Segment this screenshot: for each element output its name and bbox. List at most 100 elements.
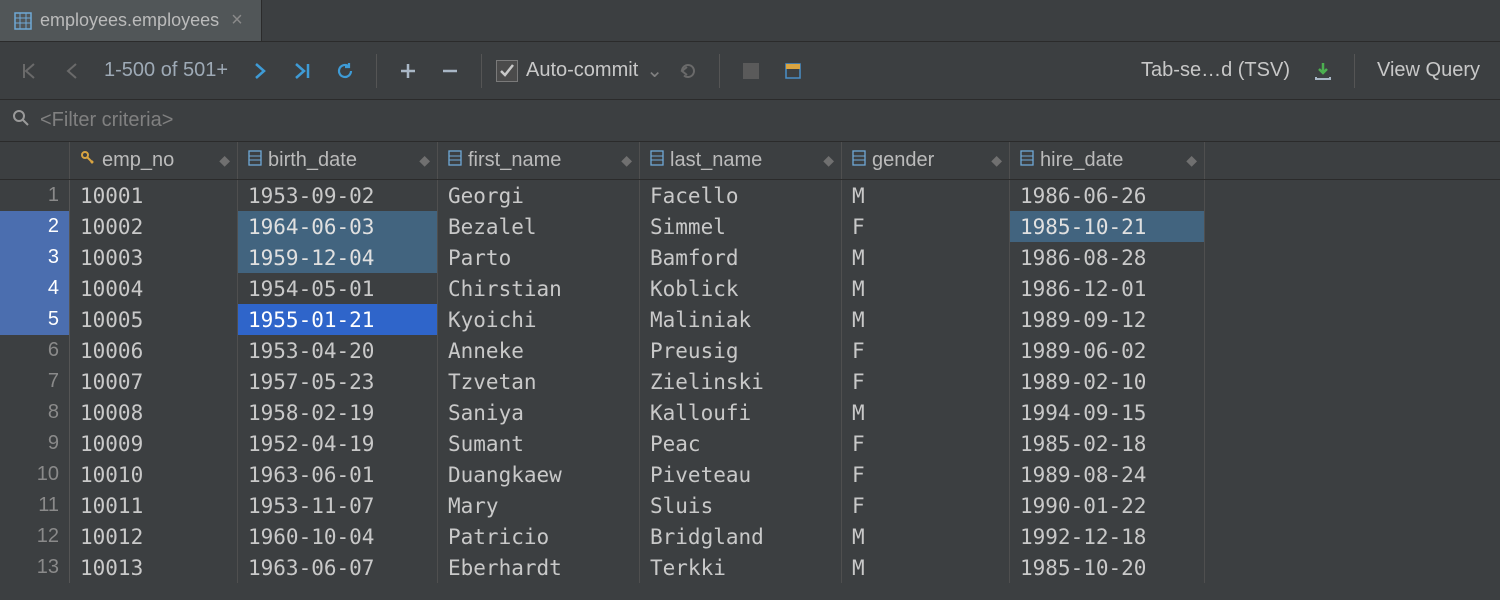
cell-first_name[interactable]: Chirstian	[438, 273, 640, 304]
refresh-button[interactable]	[328, 54, 362, 88]
rollback-button[interactable]	[671, 54, 705, 88]
view-query-button[interactable]: View Query	[1369, 59, 1488, 82]
sort-icon[interactable]: ◆	[823, 152, 831, 169]
table-row[interactable]: 12100121960-10-04PatricioBridglandM1992-…	[0, 521, 1500, 552]
row-number[interactable]: 11	[0, 490, 70, 521]
first-page-button[interactable]	[12, 54, 46, 88]
cell-gender[interactable]: F	[842, 211, 1010, 242]
cell-gender[interactable]: M	[842, 521, 1010, 552]
row-number[interactable]: 7	[0, 366, 70, 397]
cell-gender[interactable]: F	[842, 335, 1010, 366]
table-row[interactable]: 11100111953-11-07MarySluisF1990-01-22	[0, 490, 1500, 521]
cell-hire_date[interactable]: 1994-09-15	[1010, 397, 1205, 428]
cell-gender[interactable]: F	[842, 366, 1010, 397]
table-row[interactable]: 2100021964-06-03BezalelSimmelF1985-10-21	[0, 211, 1500, 242]
prev-page-button[interactable]	[54, 54, 88, 88]
cell-birth_date[interactable]: 1952-04-19	[238, 428, 438, 459]
cell-gender[interactable]: F	[842, 459, 1010, 490]
column-header-hire_date[interactable]: hire_date◆	[1010, 142, 1205, 179]
cell-birth_date[interactable]: 1964-06-03	[238, 211, 438, 242]
cell-birth_date[interactable]: 1954-05-01	[238, 273, 438, 304]
sort-icon[interactable]: ◆	[991, 152, 999, 169]
row-number[interactable]: 6	[0, 335, 70, 366]
cell-birth_date[interactable]: 1959-12-04	[238, 242, 438, 273]
cell-last_name[interactable]: Preusig	[640, 335, 842, 366]
row-number[interactable]: 8	[0, 397, 70, 428]
row-number[interactable]: 3	[0, 242, 70, 273]
table-row[interactable]: 7100071957-05-23TzvetanZielinskiF1989-02…	[0, 366, 1500, 397]
close-icon[interactable]: ×	[227, 9, 247, 32]
cell-last_name[interactable]: Maliniak	[640, 304, 842, 335]
cell-last_name[interactable]: Facello	[640, 180, 842, 211]
row-number[interactable]: 5	[0, 304, 70, 335]
cell-last_name[interactable]: Bamford	[640, 242, 842, 273]
column-header-gender[interactable]: gender◆	[842, 142, 1010, 179]
next-page-button[interactable]	[244, 54, 278, 88]
table-row[interactable]: 8100081958-02-19SaniyaKalloufiM1994-09-1…	[0, 397, 1500, 428]
auto-commit-toggle[interactable]: Auto-commit ⌄	[496, 58, 663, 83]
cell-emp_no[interactable]: 10008	[70, 397, 238, 428]
cell-hire_date[interactable]: 1992-12-18	[1010, 521, 1205, 552]
column-header-emp_no[interactable]: emp_no◆	[70, 142, 238, 179]
cell-emp_no[interactable]: 10009	[70, 428, 238, 459]
sort-icon[interactable]: ◆	[419, 152, 427, 169]
column-header-first_name[interactable]: first_name◆	[438, 142, 640, 179]
cell-gender[interactable]: M	[842, 304, 1010, 335]
cell-last_name[interactable]: Bridgland	[640, 521, 842, 552]
cell-gender[interactable]: M	[842, 397, 1010, 428]
cell-birth_date[interactable]: 1955-01-21	[238, 304, 438, 335]
cell-hire_date[interactable]: 1986-06-26	[1010, 180, 1205, 211]
cell-last_name[interactable]: Kalloufi	[640, 397, 842, 428]
cell-birth_date[interactable]: 1953-04-20	[238, 335, 438, 366]
cell-birth_date[interactable]: 1958-02-19	[238, 397, 438, 428]
cell-hire_date[interactable]: 1989-09-12	[1010, 304, 1205, 335]
cell-emp_no[interactable]: 10001	[70, 180, 238, 211]
row-number[interactable]: 13	[0, 552, 70, 583]
cell-birth_date[interactable]: 1953-11-07	[238, 490, 438, 521]
row-number[interactable]: 4	[0, 273, 70, 304]
cell-birth_date[interactable]: 1963-06-07	[238, 552, 438, 583]
table-row[interactable]: 9100091952-04-19SumantPeacF1985-02-18	[0, 428, 1500, 459]
tab-employees[interactable]: employees.employees ×	[0, 0, 262, 41]
cell-hire_date[interactable]: 1989-06-02	[1010, 335, 1205, 366]
add-row-button[interactable]	[391, 54, 425, 88]
cell-gender[interactable]: F	[842, 428, 1010, 459]
cell-first_name[interactable]: Kyoichi	[438, 304, 640, 335]
cell-emp_no[interactable]: 10011	[70, 490, 238, 521]
cell-emp_no[interactable]: 10010	[70, 459, 238, 490]
row-number[interactable]: 10	[0, 459, 70, 490]
cell-first_name[interactable]: Duangkaew	[438, 459, 640, 490]
row-number[interactable]: 12	[0, 521, 70, 552]
cell-hire_date[interactable]: 1985-02-18	[1010, 428, 1205, 459]
row-number[interactable]: 2	[0, 211, 70, 242]
cell-first_name[interactable]: Tzvetan	[438, 366, 640, 397]
table-row[interactable]: 4100041954-05-01ChirstianKoblickM1986-12…	[0, 273, 1500, 304]
cell-last_name[interactable]: Simmel	[640, 211, 842, 242]
cell-first_name[interactable]: Parto	[438, 242, 640, 273]
cell-birth_date[interactable]: 1957-05-23	[238, 366, 438, 397]
table-row[interactable]: 5100051955-01-21KyoichiMaliniakM1989-09-…	[0, 304, 1500, 335]
cell-hire_date[interactable]: 1985-10-20	[1010, 552, 1205, 583]
sort-icon[interactable]: ◆	[621, 152, 629, 169]
export-format[interactable]: Tab-se…d (TSV)	[1133, 59, 1298, 82]
cell-first_name[interactable]: Sumant	[438, 428, 640, 459]
cell-hire_date[interactable]: 1986-12-01	[1010, 273, 1205, 304]
cell-first_name[interactable]: Eberhardt	[438, 552, 640, 583]
sort-icon[interactable]: ◆	[219, 152, 227, 169]
table-row[interactable]: 3100031959-12-04PartoBamfordM1986-08-28	[0, 242, 1500, 273]
sort-icon[interactable]: ◆	[1186, 152, 1194, 169]
table-row[interactable]: 6100061953-04-20AnnekePreusigF1989-06-02	[0, 335, 1500, 366]
cell-first_name[interactable]: Saniya	[438, 397, 640, 428]
row-number[interactable]: 9	[0, 428, 70, 459]
table-row[interactable]: 10100101963-06-01DuangkaewPiveteauF1989-…	[0, 459, 1500, 490]
cell-emp_no[interactable]: 10005	[70, 304, 238, 335]
cell-hire_date[interactable]: 1989-08-24	[1010, 459, 1205, 490]
cell-hire_date[interactable]: 1986-08-28	[1010, 242, 1205, 273]
cell-emp_no[interactable]: 10002	[70, 211, 238, 242]
download-button[interactable]	[1306, 54, 1340, 88]
cell-first_name[interactable]: Anneke	[438, 335, 640, 366]
cell-birth_date[interactable]: 1953-09-02	[238, 180, 438, 211]
cell-emp_no[interactable]: 10003	[70, 242, 238, 273]
table-row[interactable]: 1100011953-09-02GeorgiFacelloM1986-06-26	[0, 180, 1500, 211]
cell-gender[interactable]: F	[842, 490, 1010, 521]
